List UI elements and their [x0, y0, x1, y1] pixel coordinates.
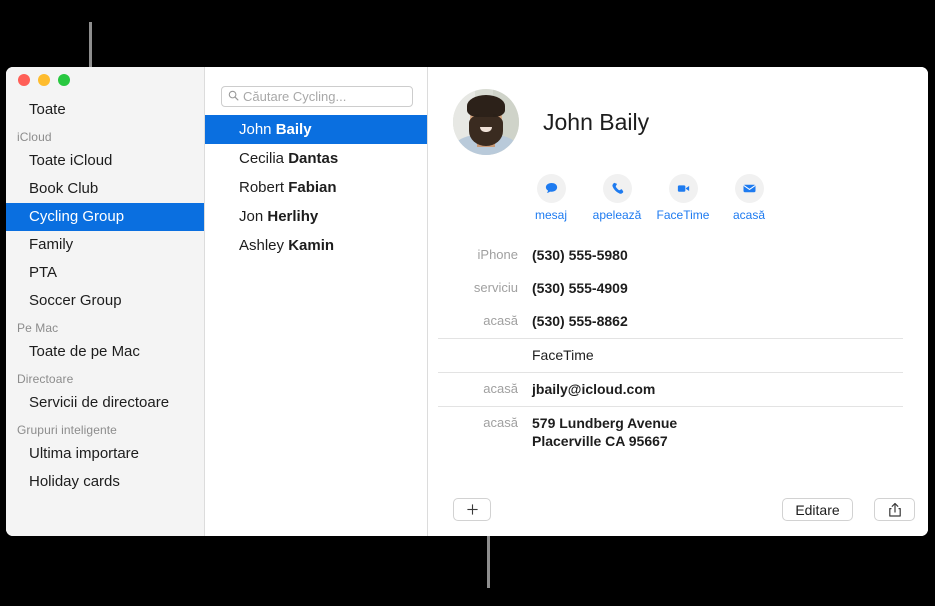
- field-label: acasă: [438, 414, 518, 430]
- action-acas-[interactable]: acasă: [716, 174, 782, 222]
- field-label: serviciu: [438, 279, 518, 295]
- sidebar-item-toate[interactable]: Toate: [6, 96, 204, 124]
- contact-family-name: Herlihy: [267, 208, 318, 225]
- contact-given-name: Cecilia: [239, 150, 288, 167]
- list-item[interactable]: John Baily: [205, 115, 427, 144]
- action-label: mesaj: [518, 208, 584, 222]
- sidebar-item-servicii-de-directoare[interactable]: Servicii de directoare: [6, 389, 204, 417]
- list-item[interactable]: Ashley Kamin: [205, 231, 427, 260]
- field-label: [438, 346, 518, 347]
- contact-family-name: Dantas: [288, 150, 338, 167]
- action-label: acasă: [716, 208, 782, 222]
- sidebar-item-book-club[interactable]: Book Club: [6, 175, 204, 203]
- list-item[interactable]: Robert Fabian: [205, 173, 427, 202]
- search-icon: [228, 88, 243, 106]
- sidebar-section-header: Directoare: [6, 366, 204, 389]
- field-value: (530) 555-8862: [532, 312, 628, 330]
- action-mesaj[interactable]: mesaj: [518, 174, 584, 222]
- sidebar-section-header: iCloud: [6, 124, 204, 147]
- action-label: FaceTime: [650, 208, 716, 222]
- minimize-button[interactable]: [38, 74, 50, 86]
- sidebar: ToateiCloudToate iCloudBook ClubCycling …: [6, 67, 205, 536]
- contact-field-row[interactable]: iPhone (530) 555-5980: [438, 239, 903, 272]
- contact-fields: iPhone (530) 555-5980 serviciu (530) 555-49…: [438, 239, 903, 458]
- video-camera-icon: [669, 174, 698, 203]
- bottom-toolbar: Editare: [428, 490, 928, 536]
- close-button[interactable]: [18, 74, 30, 86]
- contact-family-name: Kamin: [288, 237, 334, 254]
- contact-given-name: Jon: [239, 208, 267, 225]
- contact-given-name: Robert: [239, 179, 288, 196]
- search-container: [205, 67, 427, 115]
- contact-given-name: John: [239, 121, 276, 138]
- quick-actions: mesajapeleazăFaceTimeacasă: [518, 174, 928, 222]
- add-contact-button[interactable]: [453, 498, 491, 521]
- contact-field-row[interactable]: serviciu (530) 555-4909: [438, 272, 903, 305]
- action-label: apelează: [584, 208, 650, 222]
- field-value: jbaily@icloud.com: [532, 380, 655, 398]
- field-label: acasă: [438, 312, 518, 328]
- field-value: 579 Lundberg AvenuePlacerville CA 95667: [532, 414, 677, 450]
- field-label: iPhone: [438, 246, 518, 262]
- sidebar-section-header: Grupuri inteligente: [6, 417, 204, 440]
- search-field[interactable]: [221, 86, 413, 107]
- search-input[interactable]: [243, 89, 406, 104]
- sidebar-item-soccer-group[interactable]: Soccer Group: [6, 287, 204, 315]
- contacts-window: ToateiCloudToate iCloudBook ClubCycling …: [6, 67, 928, 536]
- zoom-button[interactable]: [58, 74, 70, 86]
- field-value: (530) 555-5980: [532, 246, 628, 264]
- field-value: FaceTime: [532, 346, 594, 364]
- share-button[interactable]: [874, 498, 915, 521]
- message-bubble-icon: [537, 174, 566, 203]
- contact-detail-panel: John Baily mesajapeleazăFaceTimeacasă iP…: [428, 67, 928, 536]
- share-icon: [888, 502, 902, 518]
- list-item[interactable]: Cecilia Dantas: [205, 144, 427, 173]
- avatar[interactable]: [453, 89, 519, 155]
- contact-rows: John BailyCecilia DantasRobert FabianJon…: [205, 115, 427, 260]
- plus-icon: [466, 503, 479, 516]
- sidebar-section-header: Pe Mac: [6, 315, 204, 338]
- field-value: (530) 555-4909: [532, 279, 628, 297]
- field-label: acasă: [438, 380, 518, 396]
- window-controls: [18, 74, 70, 86]
- list-item[interactable]: Jon Herlihy: [205, 202, 427, 231]
- sidebar-item-ultima-importare[interactable]: Ultima importare: [6, 440, 204, 468]
- contact-field-row[interactable]: acasă 579 Lundberg AvenuePlacerville CA 9…: [438, 406, 903, 458]
- sidebar-item-pta[interactable]: PTA: [6, 259, 204, 287]
- contact-given-name: Ashley: [239, 237, 288, 254]
- contact-field-row[interactable]: acasă jbaily@icloud.com: [438, 372, 903, 406]
- action-facetime[interactable]: FaceTime: [650, 174, 716, 222]
- contact-field-row[interactable]: acasă (530) 555-8862: [438, 305, 903, 338]
- sidebar-item-family[interactable]: Family: [6, 231, 204, 259]
- sidebar-list: ToateiCloudToate iCloudBook ClubCycling …: [6, 67, 204, 496]
- sidebar-item-cycling-group[interactable]: Cycling Group: [6, 203, 204, 231]
- contact-list-column: John BailyCecilia DantasRobert FabianJon…: [205, 67, 428, 536]
- sidebar-item-holiday-cards[interactable]: Holiday cards: [6, 468, 204, 496]
- contact-field-row[interactable]: FaceTime: [438, 338, 903, 372]
- edit-button[interactable]: Editare: [782, 498, 853, 521]
- contact-header: John Baily: [428, 67, 928, 155]
- contact-family-name: Baily: [276, 121, 312, 138]
- envelope-icon: [735, 174, 764, 203]
- contact-family-name: Fabian: [288, 179, 336, 196]
- sidebar-item-toate-de-pe-mac[interactable]: Toate de pe Mac: [6, 338, 204, 366]
- contact-name: John Baily: [543, 109, 649, 136]
- sidebar-item-toate-icloud[interactable]: Toate iCloud: [6, 147, 204, 175]
- action-apeleaz-[interactable]: apelează: [584, 174, 650, 222]
- phone-icon: [603, 174, 632, 203]
